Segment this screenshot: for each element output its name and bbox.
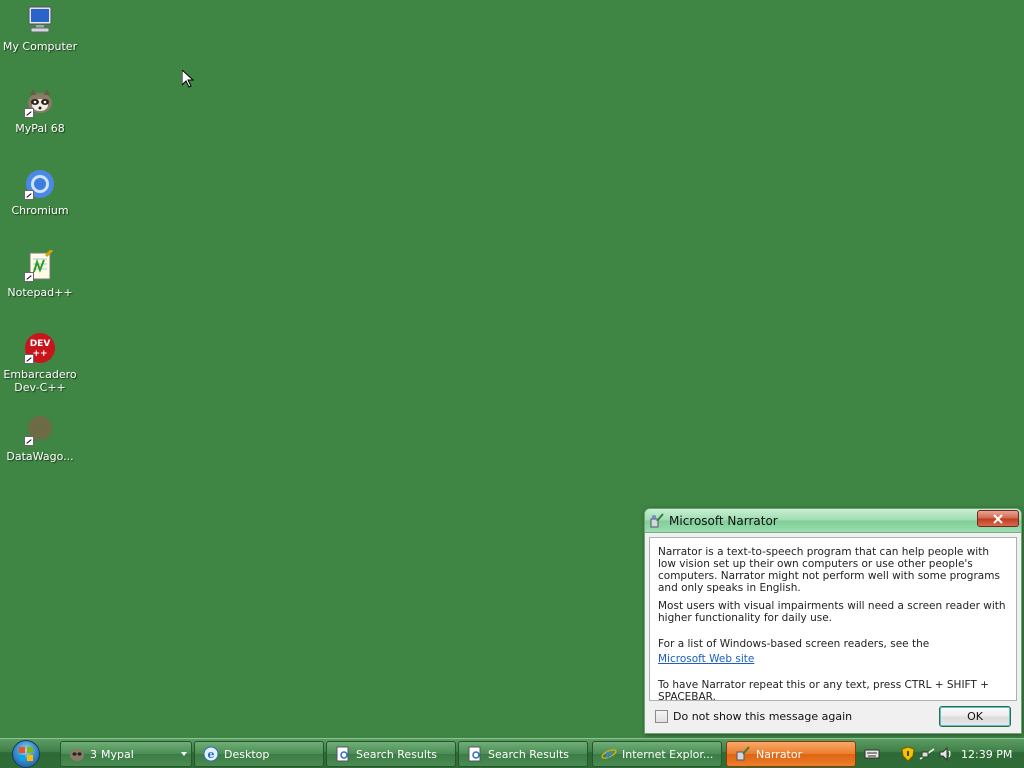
taskbar-button-label: Narrator: [756, 747, 803, 761]
search-results-icon: [336, 746, 349, 762]
computer-icon: [24, 4, 56, 36]
start-button[interactable]: [4, 739, 48, 768]
svg-text:DEV: DEV: [30, 339, 51, 349]
do-not-show-checkbox[interactable]: [655, 709, 668, 723]
narrator-icon: [650, 512, 664, 527]
shortcut-arrow-icon: [24, 190, 34, 200]
desktop-icon-label: MyPal 68: [15, 122, 65, 135]
taskbar-button-label: Desktop: [224, 747, 270, 761]
taskbar-group-count: 3: [90, 747, 97, 761]
dialog-paragraph: Most users with visual impairments will …: [658, 600, 1006, 624]
raccoon-icon: [24, 86, 56, 118]
desktop-icon-chromium[interactable]: Chromium: [0, 168, 80, 217]
system-clock[interactable]: 12:39 PM: [961, 748, 1012, 761]
notepad-icon: [24, 250, 56, 282]
desktop-icon-notepadpp[interactable]: Notepad++: [0, 250, 80, 299]
desktop-icon-devcpp[interactable]: DEV ++ Embarcadero Dev-C++: [0, 332, 80, 394]
chromium-icon: [24, 168, 56, 200]
svg-text:e: e: [605, 747, 613, 761]
dialog-paragraph-text: For a list of Windows-based screen reade…: [658, 638, 930, 650]
volume-icon[interactable]: [938, 746, 954, 762]
taskbar-button-mypal[interactable]: 3 Mypal: [60, 741, 192, 767]
do-not-show-label[interactable]: Do not show this message again: [673, 710, 852, 723]
network-icon[interactable]: [919, 746, 935, 762]
desktop-icon-label: Notepad++: [7, 286, 73, 299]
dialog-body: Narrator is a text-to-speech program tha…: [649, 537, 1017, 703]
datawagon-icon: [24, 414, 56, 446]
search-results-icon: [468, 746, 481, 762]
taskbar-button-search-results-1[interactable]: Search Results: [326, 741, 456, 767]
dialog-paragraph: Narrator is a text-to-speech program tha…: [658, 546, 1000, 594]
windows-logo-icon: [12, 740, 40, 768]
shortcut-arrow-icon: [24, 354, 34, 364]
dialog-close-button[interactable]: [977, 510, 1019, 527]
system-tray: 12:39 PM: [864, 739, 1024, 768]
desktop-icon-label: Chromium: [11, 204, 69, 217]
taskbar-button-label: Mypal: [101, 747, 134, 761]
chevron-down-icon: [181, 752, 187, 756]
taskbar-button-internet-explorer[interactable]: e Internet Explor...: [592, 741, 722, 767]
desktop-icon-my-computer[interactable]: My Computer: [0, 4, 80, 53]
close-icon: [993, 513, 1003, 524]
ok-button[interactable]: OK: [939, 705, 1011, 727]
ie-icon: e: [203, 746, 219, 762]
dialog-footer: Do not show this message again OK: [655, 701, 1011, 731]
desktop-icon-mypal[interactable]: MyPal 68: [0, 86, 80, 135]
security-shield-icon[interactable]: [900, 746, 916, 762]
dialog-paragraph: For a list of Windows-based screen reade…: [658, 638, 1008, 665]
shortcut-arrow-icon: [24, 436, 34, 446]
internet-explorer-icon: e: [601, 747, 617, 761]
dialog-titlebar[interactable]: Microsoft Narrator: [645, 509, 1021, 533]
shortcut-arrow-icon: [24, 272, 34, 282]
taskbar-button-label: Search Results: [488, 747, 570, 761]
mouse-cursor-icon: [182, 70, 194, 88]
taskbar: 3 Mypal e Desktop Search Results Search …: [0, 738, 1024, 768]
raccoon-icon: [70, 749, 84, 761]
desktop-icon-label: Embarcadero Dev-C++: [3, 368, 77, 394]
dialog-paragraph: To have Narrator repeat this or any text…: [658, 679, 989, 703]
shortcut-arrow-icon: [24, 108, 34, 118]
desktop-icon-label: My Computer: [2, 40, 78, 53]
svg-text:e: e: [208, 748, 215, 761]
devcpp-icon: DEV ++: [24, 332, 56, 364]
dialog-title: Microsoft Narrator: [669, 513, 778, 528]
desktop-icon-label: DataWago...: [6, 450, 74, 463]
taskbar-button-label: Internet Explor...: [622, 747, 714, 761]
microsoft-web-site-link[interactable]: Microsoft Web site: [658, 653, 1008, 665]
narrator-icon: [736, 746, 750, 761]
taskbar-button-narrator[interactable]: Narrator: [726, 741, 856, 767]
svg-text:++: ++: [32, 349, 47, 359]
keyboard-icon[interactable]: [864, 746, 880, 762]
taskbar-button-label: Search Results: [356, 747, 438, 761]
desktop-icon-datawago[interactable]: DataWago...: [0, 414, 80, 463]
taskbar-button-search-results-2[interactable]: Search Results: [458, 741, 588, 767]
taskbar-button-desktop[interactable]: e Desktop: [194, 741, 324, 767]
narrator-dialog: Microsoft Narrator Narrator is a text-to…: [644, 508, 1022, 734]
